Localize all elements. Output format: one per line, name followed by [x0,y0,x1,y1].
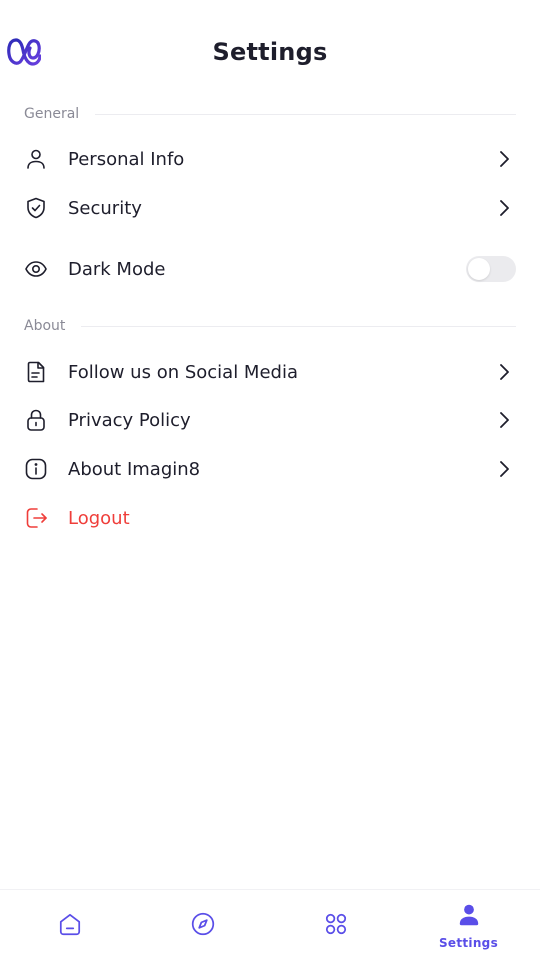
shield-check-icon [24,196,48,220]
logout-label: Logout [68,507,130,529]
chevron-right-icon [492,408,516,432]
page-title: Settings [212,38,328,66]
header: Settings [0,0,540,100]
logout-button[interactable]: Logout [24,498,516,538]
settings-item-about-app[interactable]: About Imagin8 [24,449,516,489]
nav-explore[interactable] [135,890,270,960]
nav-categories[interactable] [268,890,403,960]
section-label: General [24,106,80,122]
nav-settings[interactable]: Settings [401,890,536,960]
compass-icon [190,911,216,941]
info-icon [24,457,48,481]
settings-item-privacy-policy[interactable]: Privacy Policy [24,400,516,440]
grid-icon [323,911,349,941]
toggle-knob [468,258,490,280]
document-icon [24,360,48,384]
settings-item-label: Personal Info [68,148,185,170]
user-icon [24,147,48,171]
bottom-navigation: Settings [0,889,540,960]
section-header-about: About [24,316,516,336]
settings-item-security[interactable]: Security [24,188,516,228]
chevron-right-icon [492,360,516,384]
chevron-right-icon [492,147,516,171]
logout-icon [24,506,48,530]
eye-icon [24,257,48,281]
settings-item-label: Dark Mode [68,258,166,280]
section-label: About [24,318,66,334]
nav-home[interactable] [2,890,137,960]
lock-icon [24,408,48,432]
settings-screen: Settings General Personal Info Security [0,0,540,960]
settings-item-label: Security [68,197,142,219]
settings-item-social-media[interactable]: Follow us on Social Media [24,352,516,392]
home-icon [57,911,83,941]
user-icon [456,902,482,932]
chevron-right-icon [492,196,516,220]
settings-item-label: About Imagin8 [68,458,201,480]
section-header-general: General [24,104,516,124]
settings-item-label: Privacy Policy [68,409,191,431]
section-divider [95,113,516,115]
settings-item-personal-info[interactable]: Personal Info [24,139,516,179]
settings-item-label: Follow us on Social Media [68,361,298,383]
section-divider [81,325,516,327]
dark-mode-toggle[interactable] [466,256,516,282]
settings-item-dark-mode: Dark Mode [24,249,516,289]
chevron-right-icon [492,457,516,481]
nav-label: Settings [438,935,499,950]
